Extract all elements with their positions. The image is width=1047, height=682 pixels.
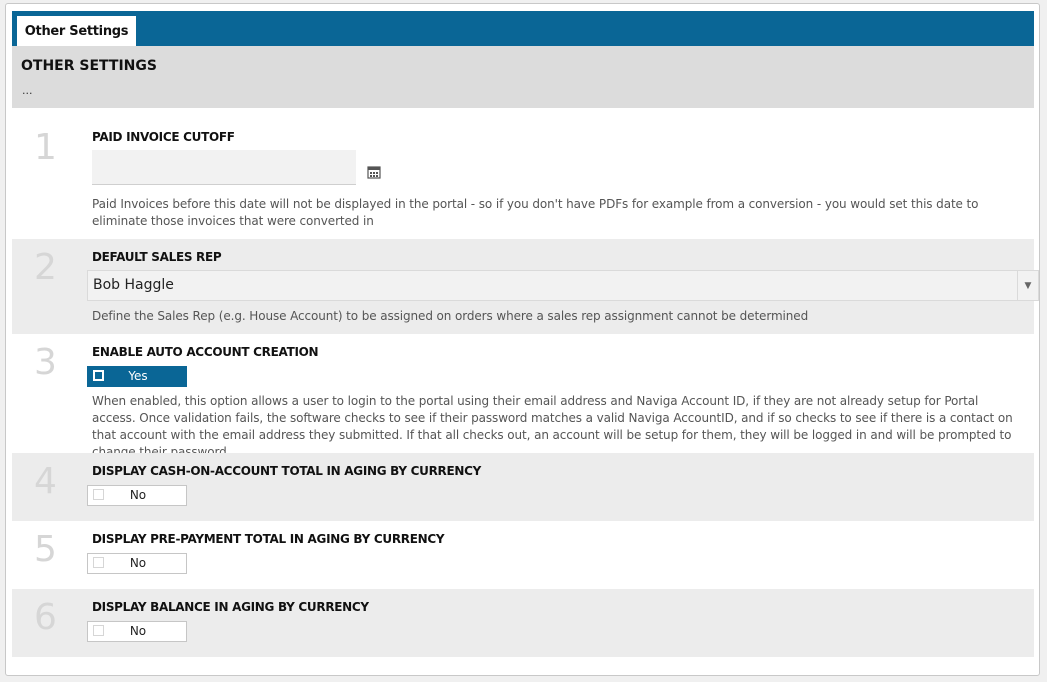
setting-description: Paid Invoices before this date will not … [92,197,979,228]
setting-label: DISPLAY CASH-ON-ACCOUNT TOTAL IN AGING B… [92,464,481,478]
balance-toggle[interactable]: No [87,621,187,642]
page-subtitle: ... [22,84,33,97]
toggle-label: No [129,488,147,502]
toggle-label: No [129,624,147,638]
enable-auto-account-toggle[interactable]: Yes [87,366,187,387]
row-number: 4 [34,461,57,502]
row-number: 6 [34,597,57,638]
toggle-label: Yes [128,369,148,383]
pre-payment-toggle[interactable]: No [87,553,187,574]
settings-panel: Other Settings OTHER SETTINGS ... 1 PAID… [5,3,1040,676]
row-number: 3 [34,342,57,383]
toggle-label: No [129,556,147,570]
tab-bar: Other Settings [12,11,1034,46]
chevron-down-icon[interactable]: ▼ [1017,271,1038,300]
setting-row-cash-on-account: 4 DISPLAY CASH-ON-ACCOUNT TOTAL IN AGING… [12,453,1034,521]
row-number: 5 [34,529,57,570]
setting-label: DISPLAY BALANCE IN AGING BY CURRENCY [92,600,369,614]
selected-value: Bob Haggle [93,277,174,293]
calendar-icon[interactable] [367,165,381,179]
setting-label: ENABLE AUTO ACCOUNT CREATION [92,345,319,359]
setting-row-balance: 6 DISPLAY BALANCE IN AGING BY CURRENCY N… [12,589,1034,657]
paid-invoice-cutoff-input[interactable] [92,150,356,185]
tab-other-settings[interactable]: Other Settings [17,16,136,46]
setting-row-paid-invoice-cutoff: 1 PAID INVOICE CUTOFF Paid Invoices befo… [12,115,1034,239]
cash-on-account-toggle[interactable]: No [87,485,187,506]
row-number: 2 [34,247,57,288]
setting-description: Define the Sales Rep (e.g. House Account… [92,309,809,323]
setting-description: When enabled, this option allows a user … [92,394,1013,459]
setting-label: PAID INVOICE CUTOFF [92,130,235,144]
setting-label: DEFAULT SALES REP [92,250,222,264]
setting-row-enable-auto-account-creation: 3 ENABLE AUTO ACCOUNT CREATION Yes When … [12,334,1034,459]
section-header: OTHER SETTINGS ... [12,46,1034,108]
setting-label: DISPLAY PRE-PAYMENT TOTAL IN AGING BY CU… [92,532,445,546]
page-title: OTHER SETTINGS [21,58,157,74]
setting-row-default-sales-rep: 2 DEFAULT SALES REP Bob Haggle ▼ Define … [12,239,1039,334]
row-number: 1 [34,127,57,168]
setting-row-pre-payment: 5 DISPLAY PRE-PAYMENT TOTAL IN AGING BY … [12,521,1034,589]
default-sales-rep-select[interactable]: Bob Haggle ▼ [87,270,1039,301]
